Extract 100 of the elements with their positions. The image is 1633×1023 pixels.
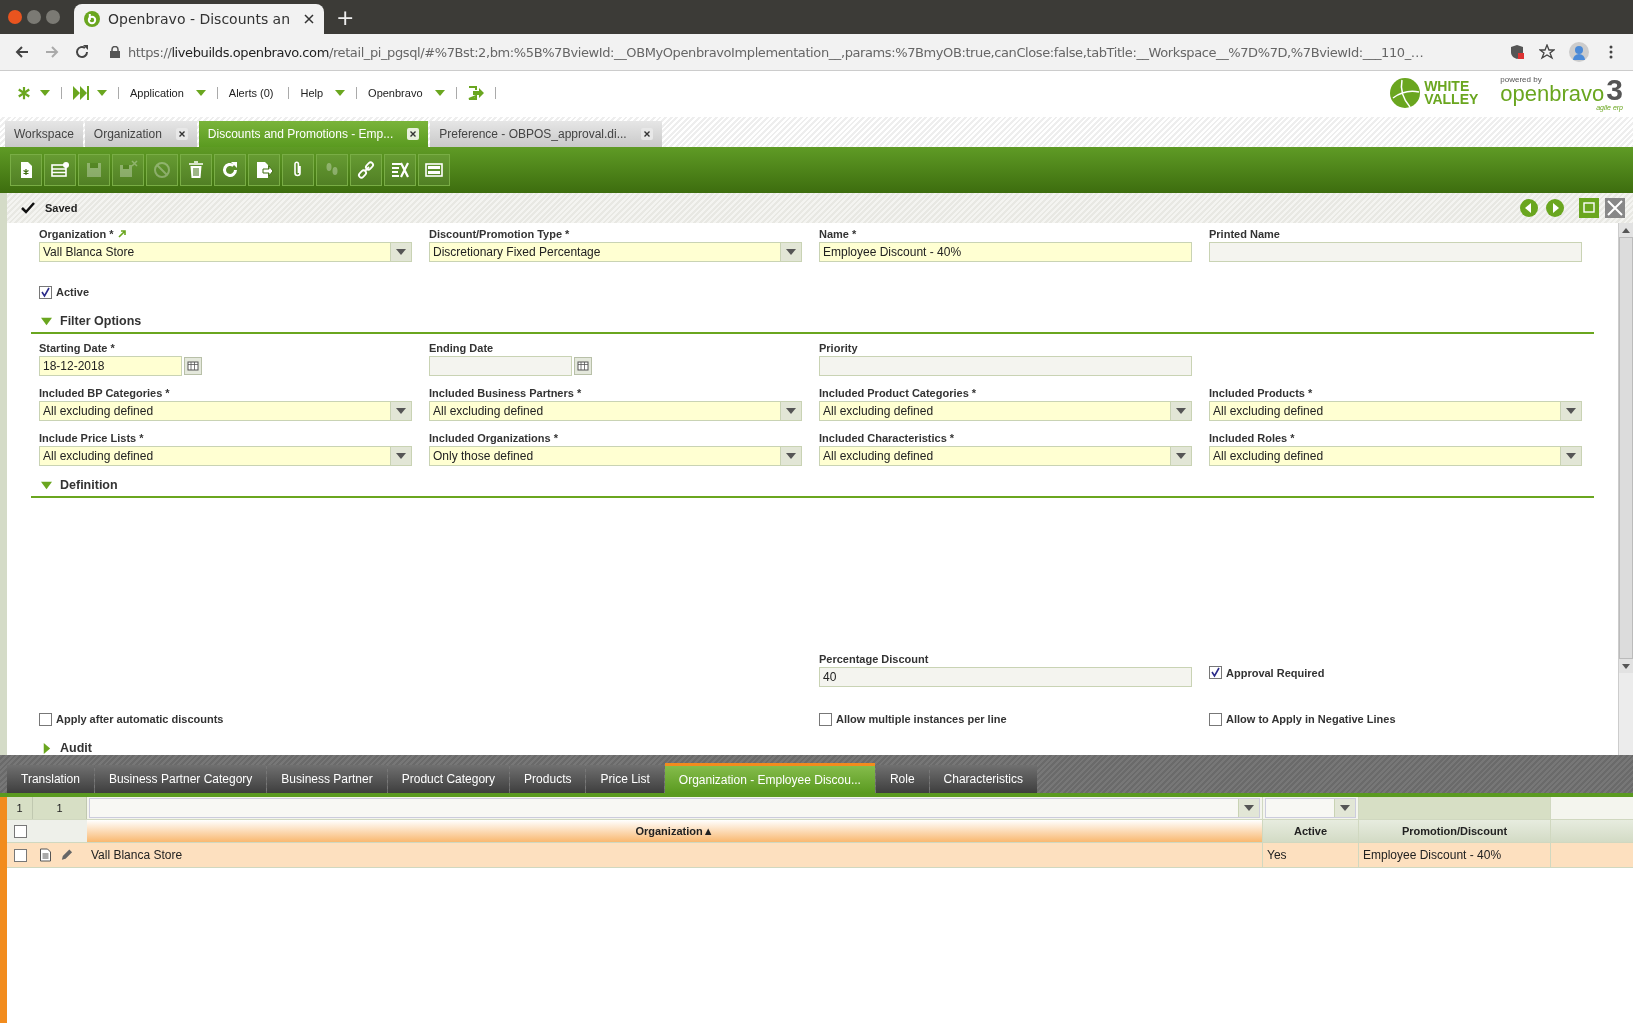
link-button[interactable] xyxy=(350,154,382,186)
close-icon[interactable] xyxy=(640,128,653,140)
dropdown-arrow-icon[interactable] xyxy=(1340,805,1350,811)
caret-icon[interactable] xyxy=(97,90,107,96)
reload-icon[interactable] xyxy=(74,44,90,60)
window-tab[interactable]: Preference - OBPOS_approval.di... xyxy=(430,121,662,147)
dropdown-arrow-icon[interactable] xyxy=(786,249,796,255)
logout-icon[interactable] xyxy=(467,86,484,100)
attach-button[interactable] xyxy=(282,154,314,186)
close-icon[interactable] xyxy=(407,128,420,140)
section-title[interactable]: Definition xyxy=(60,478,118,492)
star-icon[interactable] xyxy=(1539,44,1555,60)
dropdown-field[interactable]: All excluding defined xyxy=(1209,446,1582,466)
dropdown-field[interactable]: All excluding defined xyxy=(429,401,802,421)
checkbox[interactable] xyxy=(819,712,832,726)
window-maximize-button[interactable] xyxy=(46,10,60,24)
column-header[interactable]: Active xyxy=(1263,820,1359,842)
tab[interactable]: Business Partner Category xyxy=(94,765,267,793)
checkbox[interactable] xyxy=(1209,712,1222,726)
dropdown-arrow-icon[interactable] xyxy=(396,408,406,414)
text-field[interactable]: Employee Discount - 40% xyxy=(819,242,1192,262)
window-tab[interactable]: Organization xyxy=(84,121,197,147)
new-tab-button[interactable]: + xyxy=(324,5,367,34)
refresh-button[interactable] xyxy=(214,154,246,186)
dropdown-field[interactable]: All excluding defined xyxy=(39,401,412,421)
dropdown-field[interactable]: All excluding defined xyxy=(1209,401,1582,421)
caret-icon[interactable] xyxy=(195,90,206,96)
dropdown-field[interactable]: All excluding defined xyxy=(819,446,1192,466)
menu-item[interactable]: Help xyxy=(300,87,324,99)
dropdown-arrow-icon[interactable] xyxy=(1566,453,1576,459)
column-header[interactable]: Organization▲ xyxy=(87,820,1263,842)
text-field[interactable] xyxy=(1209,242,1582,262)
menu-item[interactable]: Alerts (0) xyxy=(228,87,274,99)
expand-triangle-icon[interactable] xyxy=(41,742,52,754)
caret-icon[interactable] xyxy=(40,90,50,96)
menu-item[interactable]: Application xyxy=(130,87,184,99)
asterisk-icon[interactable] xyxy=(16,86,32,100)
dropdown-field[interactable]: Vall Blanca Store xyxy=(39,242,412,262)
row-checkbox[interactable] xyxy=(13,848,27,862)
close-button[interactable] xyxy=(1605,198,1625,218)
new-button[interactable] xyxy=(10,154,42,186)
link-arrow-icon[interactable] xyxy=(117,229,126,238)
dropdown-arrow-icon[interactable] xyxy=(1176,453,1186,459)
window-tab[interactable]: Workspace xyxy=(5,121,83,147)
section-title[interactable]: Filter Options xyxy=(60,314,142,328)
section-title[interactable]: Audit xyxy=(60,741,92,755)
tab[interactable]: Products xyxy=(510,765,586,793)
dropdown-arrow-icon[interactable] xyxy=(396,249,406,255)
dropdown-field[interactable]: Discretionary Fixed Percentage xyxy=(429,242,802,262)
tools-button[interactable] xyxy=(384,154,416,186)
dropdown-field[interactable]: Only those defined xyxy=(429,446,802,466)
scroll-down-icon[interactable] xyxy=(1622,663,1630,669)
filter-field[interactable] xyxy=(1265,798,1356,818)
layout-button[interactable] xyxy=(418,154,450,186)
tab[interactable]: Role xyxy=(875,765,929,793)
dropdown-field[interactable]: All excluding defined xyxy=(39,446,412,466)
date-field[interactable] xyxy=(429,356,572,376)
document-icon[interactable] xyxy=(39,848,52,862)
tab[interactable]: Product Category xyxy=(387,765,510,793)
caret-icon[interactable] xyxy=(434,90,445,96)
text-field[interactable]: 40 xyxy=(819,667,1192,687)
close-tab-icon[interactable] xyxy=(304,14,314,24)
calendar-icon[interactable] xyxy=(574,357,592,375)
window-minimize-button[interactable] xyxy=(27,10,41,24)
shield-icon[interactable] xyxy=(1509,44,1525,60)
calendar-icon[interactable] xyxy=(184,357,202,375)
tab[interactable]: Business Partner xyxy=(267,765,387,793)
close-icon[interactable] xyxy=(175,128,188,140)
column-header[interactable]: Promotion/Discount xyxy=(1359,820,1551,842)
tab[interactable]: Characteristics xyxy=(929,765,1037,793)
expand-triangle-icon[interactable] xyxy=(41,315,52,327)
dropdown-field[interactable]: All excluding defined xyxy=(819,401,1192,421)
dropdown-arrow-icon[interactable] xyxy=(786,408,796,414)
scrollbar[interactable] xyxy=(1618,223,1633,755)
dropdown-arrow-icon[interactable] xyxy=(1566,408,1576,414)
menu-item[interactable]: Openbravo xyxy=(368,87,423,99)
filter-field[interactable] xyxy=(89,798,1260,818)
scroll-up-icon[interactable] xyxy=(1622,227,1630,233)
caret-icon[interactable] xyxy=(335,90,346,96)
export-button[interactable] xyxy=(248,154,280,186)
text-field[interactable] xyxy=(819,356,1192,376)
dropdown-arrow-icon[interactable] xyxy=(396,453,406,459)
browser-tab[interactable]: Openbravo - Discounts an xyxy=(74,4,324,34)
previous-record-button[interactable] xyxy=(1519,198,1539,218)
dropdown-arrow-icon[interactable] xyxy=(786,453,796,459)
next-record-button[interactable] xyxy=(1545,198,1565,218)
date-field[interactable]: 18-12-2018 xyxy=(39,356,182,376)
checkbox[interactable] xyxy=(39,712,52,726)
dropdown-arrow-icon[interactable] xyxy=(1244,805,1254,811)
new-grid-button[interactable] xyxy=(44,154,76,186)
checkbox[interactable] xyxy=(1209,666,1222,679)
expand-triangle-icon[interactable] xyxy=(41,479,52,491)
dropdown-arrow-icon[interactable] xyxy=(1176,408,1186,414)
back-icon[interactable] xyxy=(14,44,30,60)
tab[interactable]: Price List xyxy=(586,765,664,793)
tab[interactable]: Translation xyxy=(7,765,94,793)
edit-pencil-icon[interactable] xyxy=(60,848,73,862)
select-all-checkbox[interactable] xyxy=(13,824,27,838)
delete-button[interactable] xyxy=(180,154,212,186)
fast-forward-icon[interactable] xyxy=(73,86,89,100)
